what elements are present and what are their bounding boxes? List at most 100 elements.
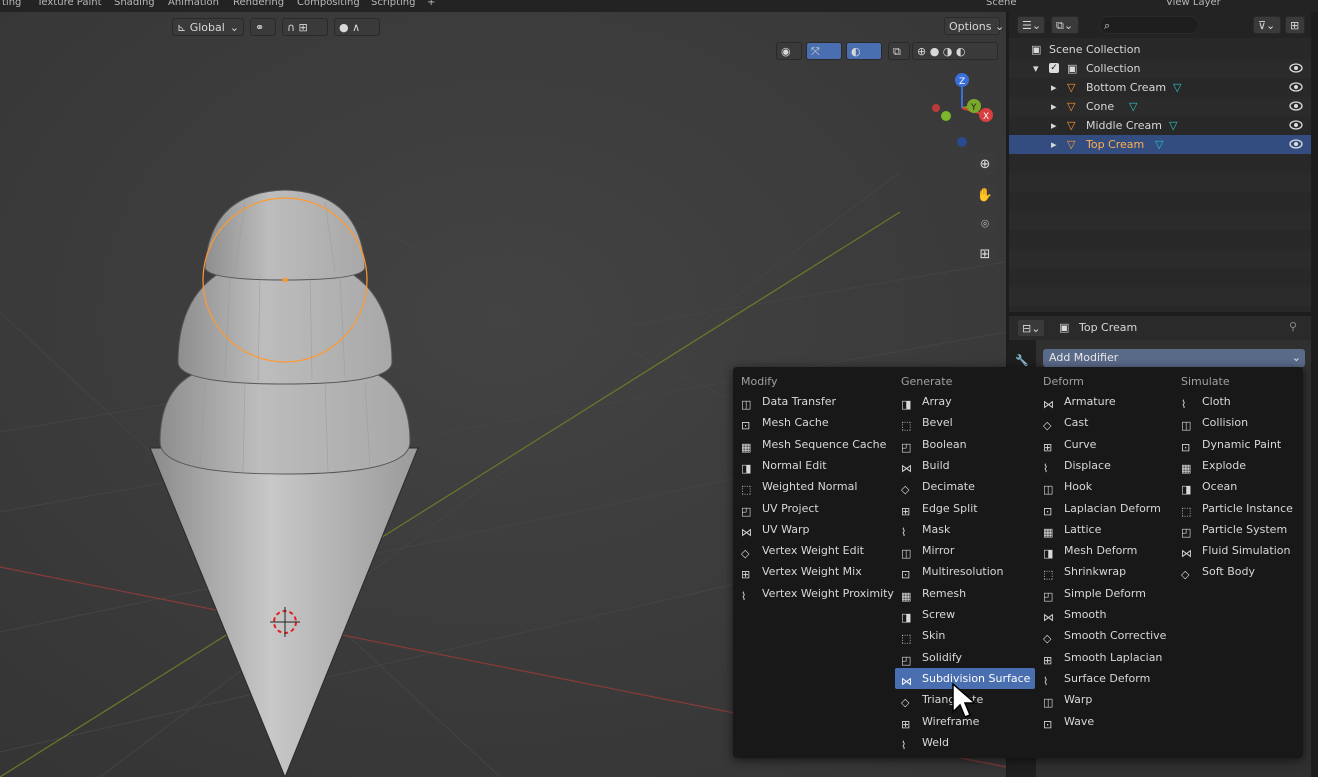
modifier-menu-item[interactable]: ▦ Lattice bbox=[1037, 519, 1173, 540]
modifier-menu-item[interactable]: ◨ Ocean bbox=[1175, 476, 1301, 497]
filter-view-dropdown[interactable]: ⧉⌄ bbox=[1051, 16, 1079, 34]
proportional-editing-toggle[interactable]: ● ∧ bbox=[334, 18, 380, 36]
modifier-menu-item[interactable]: ◫ Hook bbox=[1037, 476, 1173, 497]
modifier-menu-item[interactable]: ⬚ Shrinkwrap bbox=[1037, 561, 1173, 582]
modifier-menu-item[interactable]: ◇ Cast bbox=[1037, 412, 1173, 433]
display-mode-dropdown[interactable]: ☰⌄ bbox=[1017, 16, 1045, 34]
modifier-menu-item[interactable]: ⬚ Skin bbox=[895, 625, 1035, 646]
camera-icon[interactable]: ⌾ bbox=[973, 212, 997, 236]
transform-orientation-dropdown[interactable]: ⊾ Global ⌄ bbox=[172, 18, 244, 36]
filter-icon[interactable]: ⊽⌄ bbox=[1253, 16, 1281, 34]
modifier-menu-item[interactable]: ⬚ Weighted Normal bbox=[735, 476, 885, 497]
modifier-menu-item[interactable]: ⬚ Particle Instance bbox=[1175, 498, 1301, 519]
modifier-menu-item[interactable]: ◰ Solidify bbox=[895, 647, 1035, 668]
modifier-menu-item[interactable]: ⊞ Edge Split bbox=[895, 498, 1035, 519]
workspace-tab[interactable]: ting bbox=[2, 0, 21, 8]
workspace-tab[interactable]: Texture Paint bbox=[37, 0, 102, 8]
modifier-menu-item[interactable]: ⌇ Surface Deform bbox=[1037, 668, 1173, 689]
modifier-menu-item[interactable]: ⌇ Weld bbox=[895, 732, 1035, 753]
modifier-menu-item[interactable]: ⊡ Laplacian Deform bbox=[1037, 498, 1173, 519]
modifier-menu-item[interactable]: ◫ Collision bbox=[1175, 412, 1301, 433]
modifier-menu-item[interactable]: ◰ UV Project bbox=[735, 498, 885, 519]
checkbox[interactable]: ✓ bbox=[1049, 63, 1059, 73]
outliner-item-selected[interactable]: ▸ ▽ Top Cream ▽ bbox=[1009, 135, 1311, 154]
scene-collection-row[interactable]: ▣ Scene Collection bbox=[1009, 40, 1311, 59]
modifier-menu-item[interactable]: ⊡ Dynamic Paint bbox=[1175, 434, 1301, 455]
modifier-menu-item[interactable]: ◇ Decimate bbox=[895, 476, 1035, 497]
modifier-menu-item[interactable]: ◇ Vertex Weight Edit bbox=[735, 540, 885, 561]
gizmo-toggle-icon[interactable]: ⤧ bbox=[806, 42, 842, 60]
middle-cream-mesh[interactable] bbox=[177, 266, 393, 385]
eye-icon[interactable] bbox=[1289, 99, 1303, 113]
modifier-menu-item[interactable]: ⋈ Armature bbox=[1037, 391, 1173, 412]
outliner-item[interactable]: ▸ ▽ Bottom Cream ▽ bbox=[1009, 78, 1311, 97]
modifier-menu-item[interactable]: ▦ Mesh Sequence Cache bbox=[735, 434, 886, 455]
expand-icon[interactable]: ▸ bbox=[1051, 135, 1057, 154]
scene-selector[interactable]: Scene bbox=[986, 0, 1017, 8]
new-collection-icon[interactable]: ⊞ bbox=[1285, 16, 1305, 34]
modifier-menu-item[interactable]: ⊡ Multiresolution bbox=[895, 561, 1035, 582]
pivot-point-dropdown[interactable]: ⚭ bbox=[250, 18, 276, 36]
add-workspace-button[interactable]: + bbox=[427, 0, 435, 8]
modifier-menu-item[interactable]: ◰ Particle System bbox=[1175, 519, 1301, 540]
outliner-item[interactable]: ▸ ▽ Middle Cream ▽ bbox=[1009, 116, 1311, 135]
eye-icon[interactable] bbox=[1289, 118, 1303, 132]
modifier-menu-item[interactable]: ⬚ Bevel bbox=[895, 412, 1035, 433]
modifier-menu-item[interactable]: ⌇ Mask bbox=[895, 519, 1035, 540]
workspace-tab[interactable]: Scripting bbox=[371, 0, 415, 8]
visibility-icon[interactable]: ◉ bbox=[776, 42, 802, 60]
wrench-icon[interactable]: 🔧 bbox=[1015, 354, 1029, 367]
eye-icon[interactable] bbox=[1289, 137, 1303, 151]
modifier-menu-item[interactable]: ⊞ Curve bbox=[1037, 434, 1173, 455]
modifier-menu-item[interactable]: ◨ Screw bbox=[895, 604, 1035, 625]
grid-view-icon[interactable]: ⊞ bbox=[973, 242, 997, 266]
modifier-menu-item[interactable]: ⌇ Vertex Weight Proximity bbox=[735, 583, 894, 604]
add-modifier-dropdown[interactable]: Add Modifier ⌄ bbox=[1043, 349, 1305, 367]
modifier-menu-item[interactable]: ◨ Array bbox=[895, 391, 1035, 412]
options-dropdown[interactable]: Options ⌄ bbox=[944, 17, 1004, 35]
expand-icon[interactable]: ▾ bbox=[1033, 59, 1039, 78]
modifier-menu-item[interactable]: ⌇ Cloth bbox=[1175, 391, 1301, 412]
modifier-menu-item[interactable]: ⊡ Mesh Cache bbox=[735, 412, 885, 433]
modifier-menu-item[interactable]: ◇ Soft Body bbox=[1175, 561, 1301, 582]
modifier-menu-item[interactable]: ⊞ Smooth Laplacian bbox=[1037, 647, 1173, 668]
modifier-menu-item[interactable]: ◫ Mirror bbox=[895, 540, 1035, 561]
modifier-menu-item[interactable]: ◫ Data Transfer bbox=[735, 391, 885, 412]
modifier-menu-item[interactable]: ◇ Smooth Corrective bbox=[1037, 625, 1173, 646]
modifier-menu-item[interactable]: ▦ Explode bbox=[1175, 455, 1301, 476]
xray-icon[interactable]: ⧉ bbox=[888, 42, 910, 60]
navigation-gizmo[interactable]: Z Y X bbox=[928, 70, 998, 150]
modifier-menu-item[interactable]: ⊞ Vertex Weight Mix bbox=[735, 561, 885, 582]
modifier-menu-item[interactable]: ◫ Warp bbox=[1037, 689, 1173, 710]
modifier-menu-item[interactable]: ◰ Simple Deform bbox=[1037, 583, 1173, 604]
pin-icon[interactable]: ⚲ bbox=[1289, 320, 1297, 333]
editor-type-dropdown[interactable]: ⊟⌄ bbox=[1017, 319, 1045, 337]
pan-hand-icon[interactable]: ✋ bbox=[973, 183, 997, 207]
outliner-item[interactable]: ▸ ▽ Cone ▽ bbox=[1009, 97, 1311, 116]
overlays-icon[interactable]: ◐ bbox=[846, 42, 882, 60]
workspace-tab[interactable]: Rendering bbox=[233, 0, 284, 8]
expand-icon[interactable]: ▸ bbox=[1051, 116, 1057, 135]
eye-icon[interactable] bbox=[1289, 61, 1303, 75]
snap-toggle[interactable]: ∩ ⊞ bbox=[282, 18, 328, 36]
shading-mode-group[interactable]: ⊕ ● ◑ ◐ bbox=[912, 42, 998, 60]
modifier-menu-item[interactable]: ⋈ UV Warp bbox=[735, 519, 885, 540]
workspace-tab[interactable]: Compositing bbox=[297, 0, 360, 8]
workspace-tab[interactable]: Animation bbox=[168, 0, 219, 8]
eye-icon[interactable] bbox=[1289, 80, 1303, 94]
modifier-menu-item[interactable]: ◰ Boolean bbox=[895, 434, 1035, 455]
modifier-menu-item[interactable]: ⋈ Build bbox=[895, 455, 1035, 476]
view-layer-selector[interactable]: View Layer bbox=[1166, 0, 1221, 8]
zoom-icon[interactable]: ⊕ bbox=[973, 152, 997, 176]
outliner-search-input[interactable]: ⌕ bbox=[1099, 16, 1199, 34]
modifier-menu-item[interactable]: ⋈ Fluid Simulation bbox=[1175, 540, 1301, 561]
modifier-menu-item[interactable]: ▦ Remesh bbox=[895, 583, 1035, 604]
modifier-menu-item[interactable]: ◨ Mesh Deform bbox=[1037, 540, 1173, 561]
modifier-menu-item[interactable]: ⌇ Displace bbox=[1037, 455, 1173, 476]
modifier-menu-item[interactable]: ◨ Normal Edit bbox=[735, 455, 885, 476]
collection-row[interactable]: ▾ ✓ ▣ Collection bbox=[1009, 59, 1311, 78]
expand-icon[interactable]: ▸ bbox=[1051, 78, 1057, 97]
modifier-menu-item[interactable]: ⋈ Smooth bbox=[1037, 604, 1173, 625]
workspace-tab[interactable]: Shading bbox=[114, 0, 155, 8]
expand-icon[interactable]: ▸ bbox=[1051, 97, 1057, 116]
